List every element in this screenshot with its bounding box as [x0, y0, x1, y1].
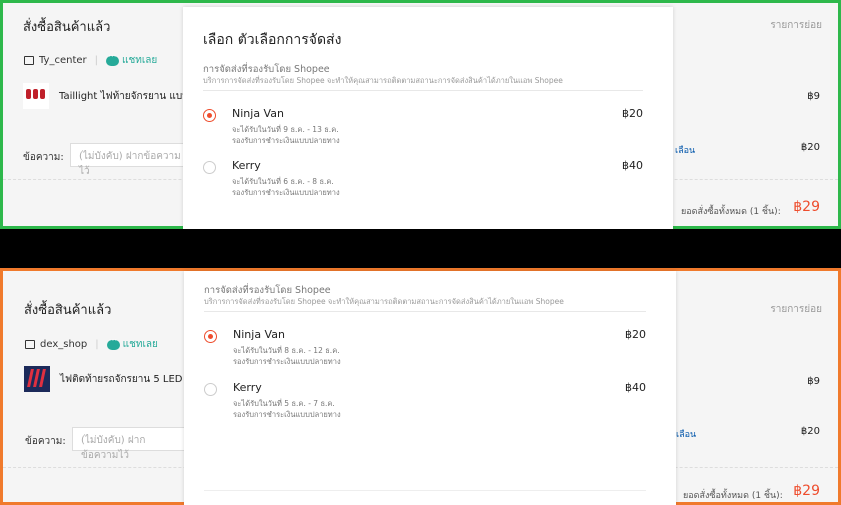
chat-button[interactable]: แชทเลย [106, 336, 158, 352]
change-shipping-link[interactable]: เลือน [675, 143, 695, 157]
product-price: ฿9 [807, 376, 820, 387]
option-name: Kerry [233, 381, 262, 394]
shipping-option-ninja-van[interactable]: Ninja Van จะได้รับในวันที่ 8 ธ.ค. - 12 ธ… [204, 327, 646, 371]
total-value: ฿29 [793, 483, 820, 499]
chat-label: แชทเลย [122, 339, 158, 350]
chat-icon [106, 52, 120, 66]
radio-selected[interactable] [203, 109, 216, 122]
message-input[interactable]: (ไม่บังคับ) ฝากข้อความไว้ [70, 143, 200, 177]
change-shipping-link[interactable]: เลือน [676, 427, 696, 441]
store-icon [24, 56, 34, 65]
radio-unselected[interactable] [204, 383, 217, 396]
shipping-options-modal: เลือก ตัวเลือกการจัดส่ง การจัดส่งที่รองร… [183, 7, 673, 229]
option-cod: รองรับการชำระเงินแบบปลายทาง [232, 188, 340, 197]
shop-row: Ty_center | แชทเลย [24, 52, 158, 68]
message-input[interactable]: (ไม่บังคับ) ฝากข้อความไว้ [72, 427, 186, 461]
section-title: สั่งซื้อสินค้าแล้ว [24, 303, 112, 318]
product-name: Taillight ไฟท้ายจักรยาน แบบร [59, 90, 194, 102]
shop-name[interactable]: Ty_center [39, 55, 87, 66]
shipping-price: ฿20 [800, 142, 820, 153]
message-label: ข้อความ: [25, 436, 66, 447]
chat-icon [106, 336, 120, 350]
option-name: Ninja Van [233, 328, 285, 341]
modal-title: เลือก ตัวเลือกการจัดส่ง [203, 32, 342, 48]
group-description: บริการการจัดส่งที่รองรับโดย Shopee จะทำใ… [204, 297, 564, 306]
option-name: Ninja Van [232, 107, 284, 120]
total-value: ฿29 [793, 199, 820, 215]
product-thumbnail [24, 366, 50, 392]
divider [204, 311, 646, 312]
option-cod: รองรับการชำระเงินแบบปลายทาง [233, 410, 341, 419]
shipping-options-modal: การจัดส่งที่รองรับโดย Shopee บริการการจั… [184, 271, 676, 505]
product-price: ฿9 [807, 91, 820, 102]
group-description: บริการการจัดส่งที่รองรับโดย Shopee จะทำใ… [203, 76, 563, 85]
shipping-option-kerry[interactable]: Kerry จะได้รับในวันที่ 5 ธ.ค. - 7 ธ.ค. ร… [204, 380, 646, 424]
chat-label: แชทเลย [122, 55, 158, 66]
shipping-price: ฿20 [800, 426, 820, 437]
option-cod: รองรับการชำระเงินแบบปลายทาง [233, 357, 341, 366]
product-name: ไฟติดท้ายรถจักรยาน 5 LED U [60, 373, 193, 385]
chat-button[interactable]: แชทเลย [106, 52, 158, 68]
option-cod: รองรับการชำระเงินแบบปลายทาง [232, 136, 340, 145]
product-thumbnail [23, 83, 49, 109]
divider [203, 90, 643, 91]
option-price: ฿40 [625, 381, 646, 394]
shop-row: dex_shop | แชทเลย [25, 336, 158, 352]
divider: | [95, 339, 99, 350]
store-icon [25, 340, 35, 349]
option-price: ฿20 [622, 107, 643, 120]
total-label: ยอดสั่งซื้อทั้งหมด (1 ชิ้น): [683, 491, 783, 501]
shipping-option-ninja-van[interactable]: Ninja Van จะได้รับในวันที่ 9 ธ.ค. - 13 ธ… [203, 106, 643, 150]
option-price: ฿20 [625, 328, 646, 341]
divider [204, 490, 646, 491]
subtotal-label: รายการย่อย [770, 304, 822, 315]
product-row: ไฟติดท้ายรถจักรยาน 5 LED U [24, 366, 193, 392]
shipping-option-kerry[interactable]: Kerry จะได้รับในวันที่ 6 ธ.ค. - 8 ธ.ค. ร… [203, 158, 643, 202]
divider: | [94, 55, 99, 66]
shop-name[interactable]: dex_shop [40, 339, 87, 350]
message-label: ข้อความ: [23, 152, 64, 163]
total-label: ยอดสั่งซื้อทั้งหมด (1 ชิ้น): [681, 207, 781, 217]
product-row: Taillight ไฟท้ายจักรยาน แบบร [23, 83, 194, 109]
section-title: สั่งซื้อสินค้าแล้ว [23, 20, 111, 35]
option-name: Kerry [232, 159, 261, 172]
radio-unselected[interactable] [203, 161, 216, 174]
subtotal-label: รายการย่อย [770, 20, 822, 31]
option-price: ฿40 [622, 159, 643, 172]
radio-selected[interactable] [204, 330, 217, 343]
